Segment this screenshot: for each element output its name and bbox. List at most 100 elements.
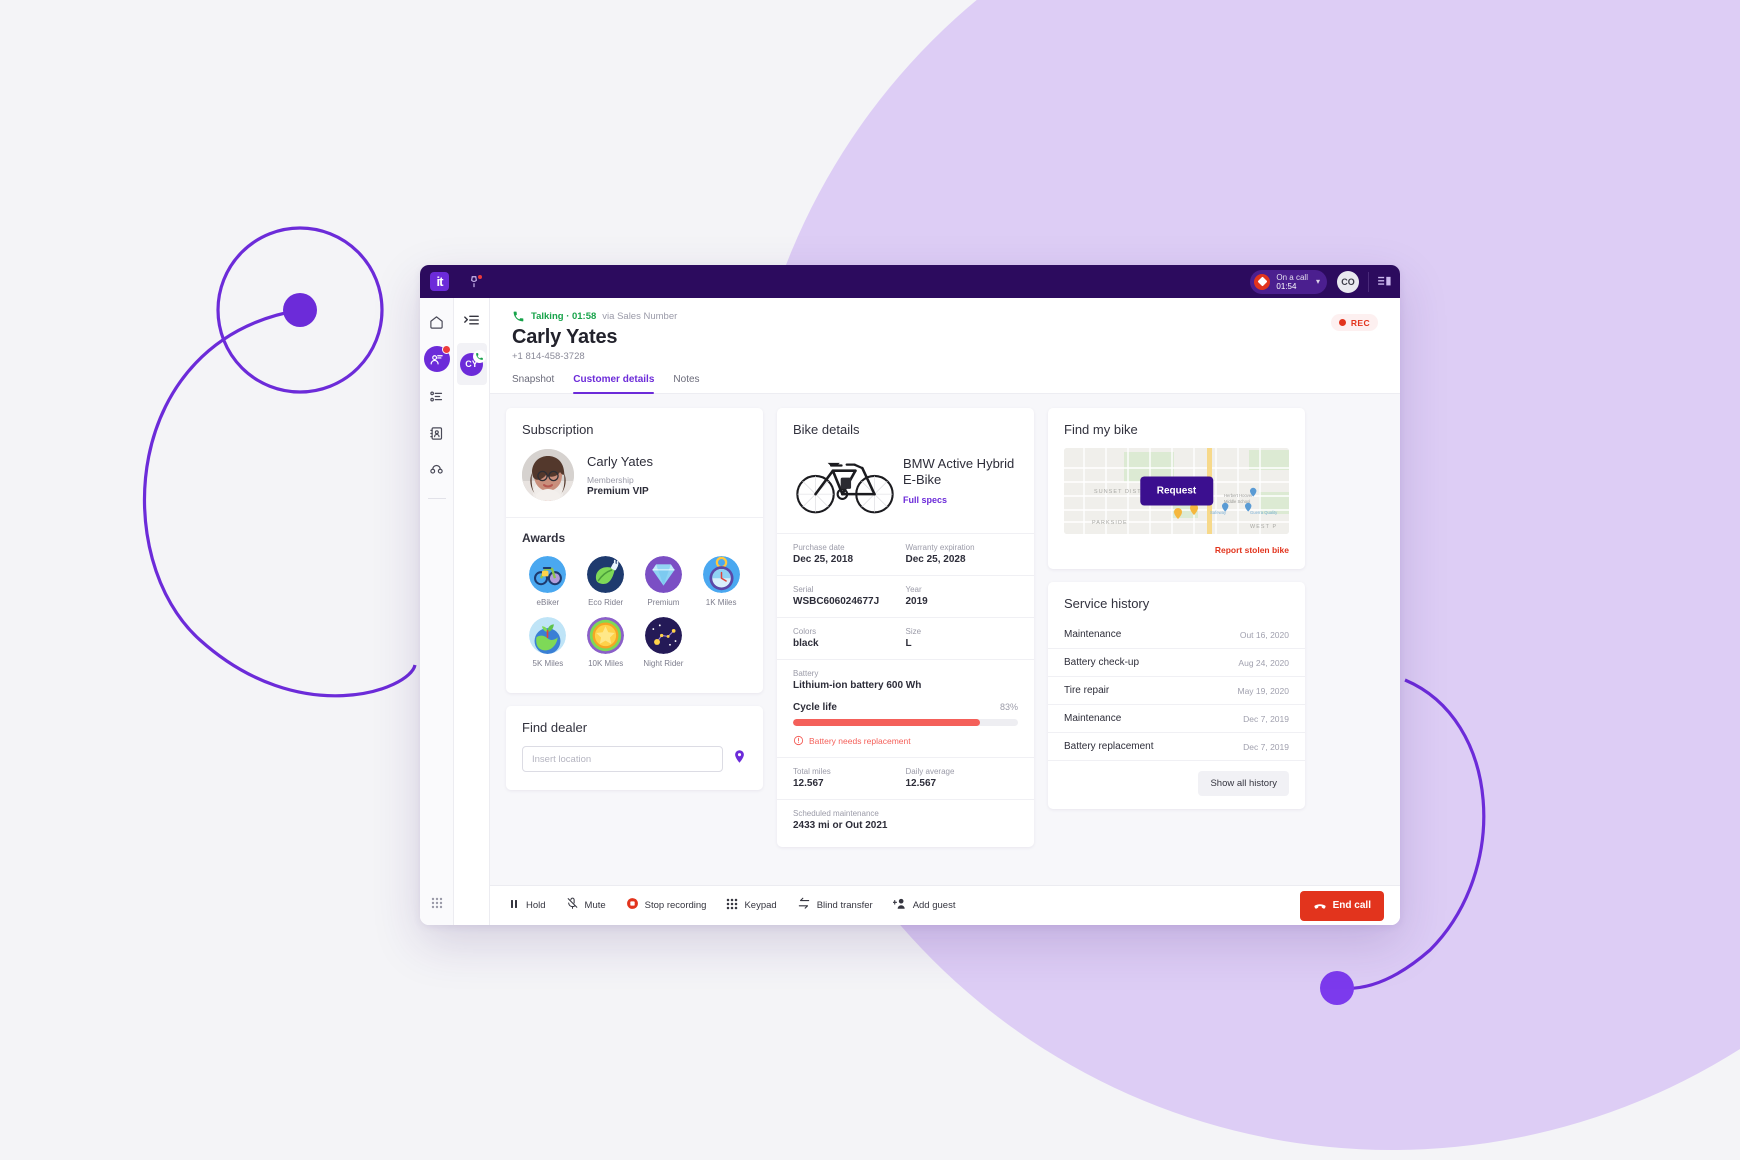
find-dealer-title: Find dealer — [522, 720, 588, 735]
spec-label: Colors — [793, 627, 817, 636]
end-call-icon — [1314, 903, 1326, 909]
award-label: eBiker — [536, 598, 560, 607]
battery-label: Battery — [793, 669, 819, 678]
chevron-down-icon[interactable]: ▾ — [1316, 277, 1320, 286]
spec-label: Warranty expiration — [905, 543, 975, 552]
table-row[interactable]: Tire repair May 19, 2020 — [1048, 677, 1305, 705]
award-item[interactable]: 1K Miles — [692, 556, 750, 607]
tab-customer-details[interactable]: Customer details — [573, 374, 655, 394]
end-call-button[interactable]: End call — [1299, 890, 1384, 921]
request-location-button[interactable]: Request — [1139, 476, 1214, 506]
bike-spec-row: Purchase date Dec 25, 2018 Warranty expi… — [777, 534, 1034, 576]
spec-label: Size — [905, 627, 922, 636]
award-item[interactable]: eBiker — [519, 556, 577, 607]
table-row[interactable]: Maintenance Dec 7, 2019 — [1048, 705, 1305, 733]
table-row[interactable]: Battery replacement Dec 7, 2019 — [1048, 733, 1305, 761]
keypad-button[interactable]: Keypad — [726, 897, 777, 915]
recording-indicator-icon — [1254, 273, 1271, 290]
location-input[interactable] — [522, 746, 723, 772]
titlebar-divider — [1368, 271, 1369, 292]
find-my-bike-title: Find my bike — [1064, 422, 1138, 437]
bike-model: BMW Active Hybrid E-Bike — [903, 456, 1015, 487]
grip-handle-icon[interactable] — [424, 890, 450, 916]
show-all-history-button[interactable]: Show all history — [1198, 771, 1289, 796]
blind-transfer-button[interactable]: Blind transfer — [797, 897, 873, 915]
collapse-panel-icon[interactable] — [461, 309, 483, 331]
battery-block: Battery Lithium-ion battery 600 Wh Cycle… — [777, 660, 1034, 758]
sidebar-item-home[interactable] — [424, 309, 450, 335]
sidebar-item-address-book[interactable] — [424, 420, 450, 446]
map-pin-icon[interactable] — [732, 749, 747, 769]
svg-text:Safeway: Safeway — [1210, 510, 1227, 515]
find-dealer-card: Find dealer — [506, 706, 763, 790]
award-item[interactable]: 5K Miles — [519, 617, 577, 668]
hold-button[interactable]: Hold — [508, 897, 546, 915]
main-panel: Talking · 01:58 via Sales Number Carly Y… — [490, 298, 1400, 925]
app-logo[interactable]: it — [430, 272, 449, 291]
transfer-arrow-icon — [797, 897, 811, 915]
service-name: Maintenance — [1064, 629, 1122, 640]
eco-leaf-badge-icon — [587, 556, 625, 593]
award-item[interactable]: 10K Miles — [577, 617, 635, 668]
bike-details-title: Bike details — [793, 422, 860, 437]
add-guest-button[interactable]: Add guest — [892, 897, 955, 915]
pocket-watch-badge-icon — [702, 556, 740, 593]
bike-location-map[interactable]: SUNSET DIST PARKSIDE WEST P Herbert Hoov… — [1064, 448, 1289, 534]
keypad-label: Keypad — [744, 900, 777, 911]
svg-text:SUNSET DIST: SUNSET DIST — [1094, 489, 1142, 495]
call-source: via Sales Number — [602, 311, 678, 322]
customer-header: Talking · 01:58 via Sales Number Carly Y… — [490, 298, 1400, 362]
stop-recording-button[interactable]: Stop recording — [626, 897, 706, 915]
call-status-pill[interactable]: On a call 01:54 ▾ — [1250, 269, 1327, 294]
total-value: 12.567 — [905, 778, 937, 789]
award-item[interactable]: Premium — [635, 556, 693, 607]
report-stolen-bike-link[interactable]: Report stolen bike — [1048, 534, 1305, 569]
mic-off-icon — [566, 897, 579, 915]
record-stop-icon — [626, 897, 639, 915]
conversation-item-carly[interactable]: CY — [456, 343, 487, 385]
bike-totals-row: Total miles 12.567 Daily average 12.567 — [777, 758, 1034, 800]
svg-text:WEST P: WEST P — [1250, 524, 1277, 530]
mute-button[interactable]: Mute — [566, 897, 606, 915]
spec-label: Serial — [793, 585, 814, 594]
sidebar-item-contacts[interactable] — [423, 345, 451, 372]
sidebar-item-tasks[interactable] — [424, 383, 450, 409]
spec-value: Dec 25, 2028 — [905, 554, 966, 565]
column-bike: Bike details BMW Active Hybrid E-Bike Fu… — [777, 408, 1034, 885]
spec-value: black — [793, 638, 819, 649]
scheduled-maintenance-row: Scheduled maintenance 2433 mi or Out 202… — [777, 800, 1034, 847]
user-avatar[interactable]: CO — [1337, 270, 1359, 293]
sidebar-item-calls[interactable] — [424, 457, 450, 483]
table-row[interactable]: Battery check-up Aug 24, 2020 — [1048, 649, 1305, 677]
active-call-icon — [512, 310, 525, 323]
service-date: Aug 24, 2020 — [1238, 657, 1289, 668]
app-body: CY Talking · 01:58 via Sales Number Carl… — [420, 298, 1400, 925]
table-row[interactable]: Maintenance Out 16, 2020 — [1048, 621, 1305, 649]
award-item[interactable]: Night Rider — [635, 617, 693, 668]
total-value: 12.567 — [793, 778, 824, 789]
full-specs-link[interactable]: Full specs — [903, 495, 947, 505]
conversations-sidebar: CY — [454, 298, 490, 925]
gold-star-badge-icon — [587, 617, 625, 654]
contacts-notification-badge — [441, 345, 451, 354]
total-cell: Daily average 12.567 — [906, 767, 1019, 789]
bike-hero: BMW Active Hybrid E-Bike Full specs — [777, 437, 1034, 534]
svg-text:Guerra Quality: Guerra Quality — [1250, 510, 1278, 515]
member-name: Carly Yates — [587, 453, 653, 469]
tab-snapshot[interactable]: Snapshot — [512, 374, 554, 393]
content-area: Subscription Carly Yates Membership Prem… — [490, 394, 1400, 885]
end-call-label: End call — [1332, 900, 1371, 911]
bike-details-card: Bike details BMW Active Hybrid E-Bike Fu… — [777, 408, 1034, 847]
earth-sprout-badge-icon — [529, 617, 567, 654]
toggle-panel-icon[interactable] — [1378, 276, 1392, 288]
sidebar-divider — [427, 498, 446, 499]
cycle-life-header: Cycle life 83% — [793, 702, 1018, 713]
call-pill-text: On a call 01:54 — [1276, 273, 1308, 291]
award-item[interactable]: Eco Rider — [577, 556, 635, 607]
notifications-icon[interactable] — [465, 273, 483, 291]
recording-label: REC — [1350, 317, 1370, 328]
service-history-title: Service history — [1064, 596, 1150, 611]
diamond-badge-icon — [644, 556, 682, 593]
tab-notes[interactable]: Notes — [673, 374, 699, 393]
member-info: Carly Yates Membership Premium VIP — [587, 454, 653, 497]
